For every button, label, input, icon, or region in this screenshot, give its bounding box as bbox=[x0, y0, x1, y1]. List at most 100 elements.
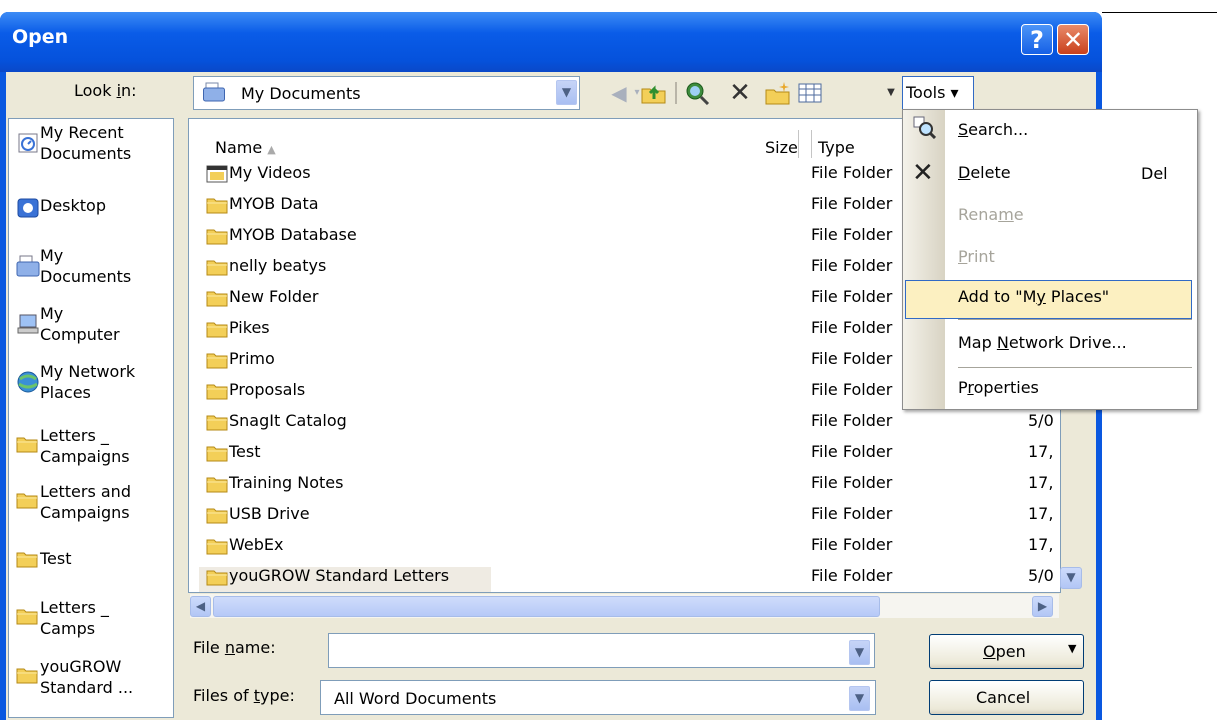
place-item-label[interactable]: youGROW Standard ... bbox=[40, 656, 133, 698]
folder-icon bbox=[206, 506, 228, 524]
file-row-type: File Folder bbox=[811, 163, 893, 182]
menu-item-rename[interactable]: Rename bbox=[958, 205, 1024, 224]
place-item-label[interactable]: My Documents bbox=[40, 245, 131, 287]
recent-documents-icon bbox=[16, 132, 40, 154]
scroll-down-button[interactable]: ▼ bbox=[1060, 567, 1082, 589]
file-row-name[interactable]: Pikes bbox=[229, 318, 270, 337]
column-header-size[interactable]: Size bbox=[765, 138, 798, 157]
look-in-label: Look in: bbox=[74, 81, 137, 100]
chevron-down-icon[interactable]: ▼ bbox=[849, 640, 870, 665]
file-row-type: File Folder bbox=[811, 473, 893, 492]
file-row-type: File Folder bbox=[811, 535, 893, 554]
menu-separator bbox=[958, 319, 1192, 320]
file-row-name[interactable]: Test bbox=[229, 442, 261, 461]
folder-icon bbox=[206, 289, 228, 307]
help-button[interactable]: ? bbox=[1021, 24, 1053, 55]
column-separator[interactable] bbox=[811, 130, 812, 158]
open-button-label: Open bbox=[983, 642, 1026, 661]
files-of-type-value: All Word Documents bbox=[334, 689, 497, 708]
file-row-type: File Folder bbox=[811, 287, 893, 306]
file-row-name[interactable]: New Folder bbox=[229, 287, 318, 306]
chevron-down-icon[interactable]: ▼ bbox=[556, 80, 577, 105]
file-row-name[interactable]: Training Notes bbox=[229, 473, 343, 492]
views-dropdown-icon[interactable]: ▼ bbox=[878, 80, 904, 106]
folder-icon bbox=[16, 550, 40, 572]
new-folder-icon[interactable] bbox=[764, 80, 792, 106]
column-header-type[interactable]: Type bbox=[818, 138, 855, 157]
place-item-label[interactable]: My Network Places bbox=[40, 361, 135, 403]
my-computer-icon bbox=[16, 313, 40, 335]
tools-menu bbox=[902, 109, 1198, 410]
file-row-type: File Folder bbox=[811, 504, 893, 523]
folder-icon bbox=[206, 537, 228, 555]
toolbar-separator bbox=[675, 82, 677, 104]
folder-icon bbox=[16, 491, 40, 513]
file-name-input[interactable] bbox=[328, 633, 875, 668]
folder-icon bbox=[206, 351, 228, 369]
menu-item-print[interactable]: Print bbox=[958, 247, 995, 266]
file-row-name[interactable]: MYOB Data bbox=[229, 194, 319, 213]
place-item-label[interactable]: Desktop bbox=[40, 195, 106, 216]
file-row-name[interactable]: USB Drive bbox=[229, 504, 310, 523]
chevron-down-icon[interactable]: ▼ bbox=[849, 686, 870, 711]
file-row-name[interactable]: SnagIt Catalog bbox=[229, 411, 347, 430]
place-item-label[interactable]: Letters _ Campaigns bbox=[40, 425, 130, 467]
delete-icon[interactable]: ✕ bbox=[727, 80, 753, 106]
files-of-type-label: Files of type: bbox=[193, 686, 295, 705]
file-row-name[interactable]: MYOB Database bbox=[229, 225, 357, 244]
place-item-label[interactable]: Test bbox=[40, 548, 72, 569]
file-row-name[interactable]: nelly beatys bbox=[229, 256, 326, 275]
column-header-name[interactable]: Name ▲ bbox=[215, 138, 276, 157]
file-row-name[interactable]: Primo bbox=[229, 349, 275, 368]
file-row-name[interactable]: My Videos bbox=[229, 163, 311, 182]
menu-separator bbox=[958, 367, 1192, 368]
file-name-label: File name: bbox=[193, 638, 276, 657]
menu-item-properties[interactable]: Properties bbox=[958, 378, 1039, 397]
close-button[interactable]: ✕ bbox=[1057, 24, 1089, 55]
title-bar[interactable] bbox=[0, 12, 1102, 72]
place-item-label[interactable]: My Recent Documents bbox=[40, 122, 131, 164]
search-web-icon[interactable] bbox=[685, 81, 711, 105]
scroll-left-button[interactable]: ◀ bbox=[190, 596, 211, 617]
column-separator[interactable] bbox=[798, 130, 799, 158]
video-folder-icon bbox=[206, 165, 228, 183]
file-row-date: 17, bbox=[1028, 504, 1054, 523]
cancel-button-label: Cancel bbox=[976, 688, 1031, 707]
desktop-icon bbox=[16, 197, 40, 219]
scroll-right-button[interactable]: ▶ bbox=[1032, 596, 1053, 617]
folder-icon bbox=[206, 258, 228, 276]
views-icon[interactable] bbox=[798, 83, 822, 103]
file-row-type: File Folder bbox=[811, 318, 893, 337]
menu-item-map-network-drive[interactable]: Map Network Drive... bbox=[958, 333, 1127, 352]
dialog-title: Open bbox=[12, 26, 69, 48]
menu-icon-strip bbox=[903, 110, 945, 409]
menu-item-search[interactable]: Search... bbox=[958, 120, 1028, 139]
horizontal-scroll-thumb[interactable] bbox=[213, 596, 880, 617]
place-item-label[interactable]: My Computer bbox=[40, 303, 120, 345]
file-row-name[interactable]: youGROW Standard Letters bbox=[229, 566, 449, 585]
place-item-label[interactable]: Letters and Campaigns bbox=[40, 481, 131, 523]
file-row-date: 5/0 bbox=[1028, 411, 1054, 430]
my-documents-icon bbox=[16, 255, 40, 277]
file-row-date: 17, bbox=[1028, 473, 1054, 492]
file-row-name[interactable]: WebEx bbox=[229, 535, 283, 554]
my-documents-icon bbox=[203, 82, 225, 102]
folder-icon bbox=[206, 320, 228, 338]
menu-shortcut: Del bbox=[1141, 164, 1168, 183]
menu-item-delete[interactable]: Delete bbox=[958, 163, 1011, 182]
network-places-icon bbox=[16, 371, 40, 393]
menu-item-add-to-my-places[interactable]: Add to "My Places" bbox=[958, 287, 1109, 306]
folder-icon bbox=[206, 475, 228, 493]
file-row-type: File Folder bbox=[811, 194, 893, 213]
file-row-type: File Folder bbox=[811, 442, 893, 461]
up-folder-icon[interactable] bbox=[640, 81, 668, 105]
open-dropdown-icon[interactable]: ▼ bbox=[1068, 642, 1076, 655]
delete-icon: ✕ bbox=[912, 158, 934, 188]
file-row-type: File Folder bbox=[811, 411, 893, 430]
folder-icon bbox=[16, 607, 40, 629]
folder-icon bbox=[206, 196, 228, 214]
folder-icon bbox=[206, 568, 228, 586]
file-row-name[interactable]: Proposals bbox=[229, 380, 305, 399]
place-item-label[interactable]: Letters _ Camps bbox=[40, 597, 109, 639]
file-row-type: File Folder bbox=[811, 566, 893, 585]
